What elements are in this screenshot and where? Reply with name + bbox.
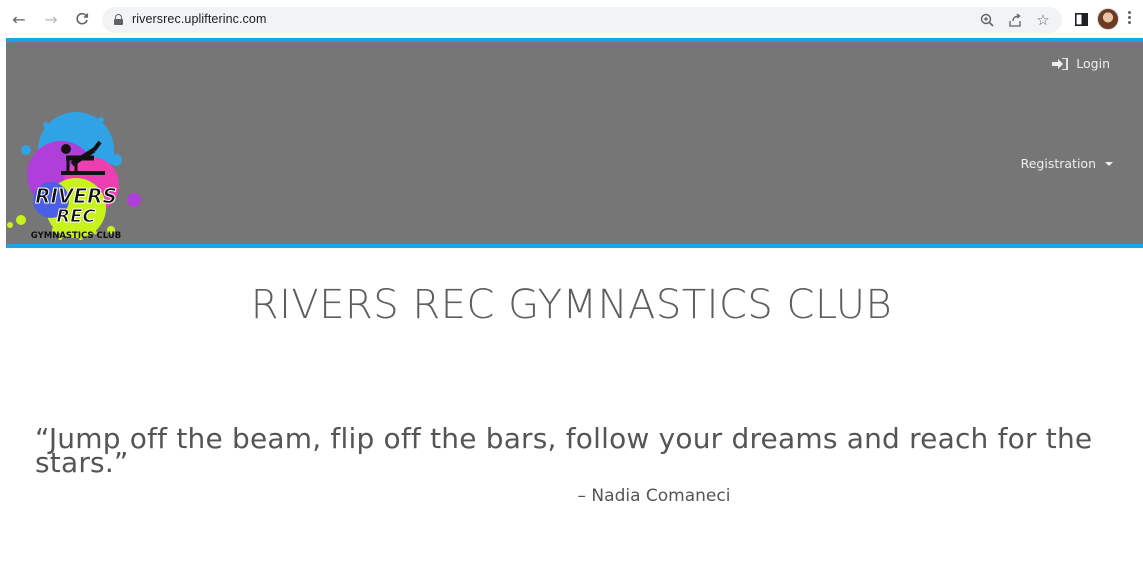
registration-label: Registration: [1020, 156, 1096, 171]
login-label: Login: [1076, 56, 1110, 71]
lock-icon[interactable]: [114, 14, 123, 25]
login-link[interactable]: Login: [1052, 56, 1110, 71]
sign-in-icon: [1052, 56, 1069, 71]
reload-icon[interactable]: [71, 8, 93, 30]
zoom-icon[interactable]: [978, 11, 996, 29]
registration-menu[interactable]: Registration: [1021, 156, 1113, 171]
side-panel-icon[interactable]: [1070, 8, 1092, 30]
club-logo[interactable]: RIVERS REC GYMNASTICS CLUB: [6, 80, 146, 241]
quote-text: “Jump off the beam, flip off the bars, f…: [35, 422, 1093, 479]
chevron-down-icon: [1105, 161, 1113, 166]
back-arrow-icon[interactable]: ←: [8, 8, 30, 30]
share-icon[interactable]: [1006, 11, 1024, 29]
page-title: RIVERS REC GYMNASTICS CLUB: [250, 282, 893, 328]
forward-arrow-icon[interactable]: →: [40, 8, 62, 30]
bookmark-star-icon[interactable]: ☆: [1034, 11, 1052, 29]
url-text[interactable]: riversrec.uplifterinc.com: [132, 12, 266, 26]
logo-line1: RIVERS: [35, 184, 117, 208]
profile-avatar[interactable]: [1097, 8, 1119, 30]
quote-attribution: – Nadia Comaneci: [577, 486, 731, 506]
site-header: Login RIVERS REC GYMNASTICS CLUB Registr…: [6, 38, 1143, 248]
logo-line2: REC: [56, 206, 96, 227]
browser-toolbar: ← → riversrec.uplifterinc.com ☆: [0, 0, 1143, 38]
logo-line3: GYMNASTICS CLUB: [31, 231, 121, 240]
address-bar[interactable]: riversrec.uplifterinc.com ☆: [102, 7, 1062, 33]
more-menu-icon[interactable]: [1128, 11, 1132, 27]
